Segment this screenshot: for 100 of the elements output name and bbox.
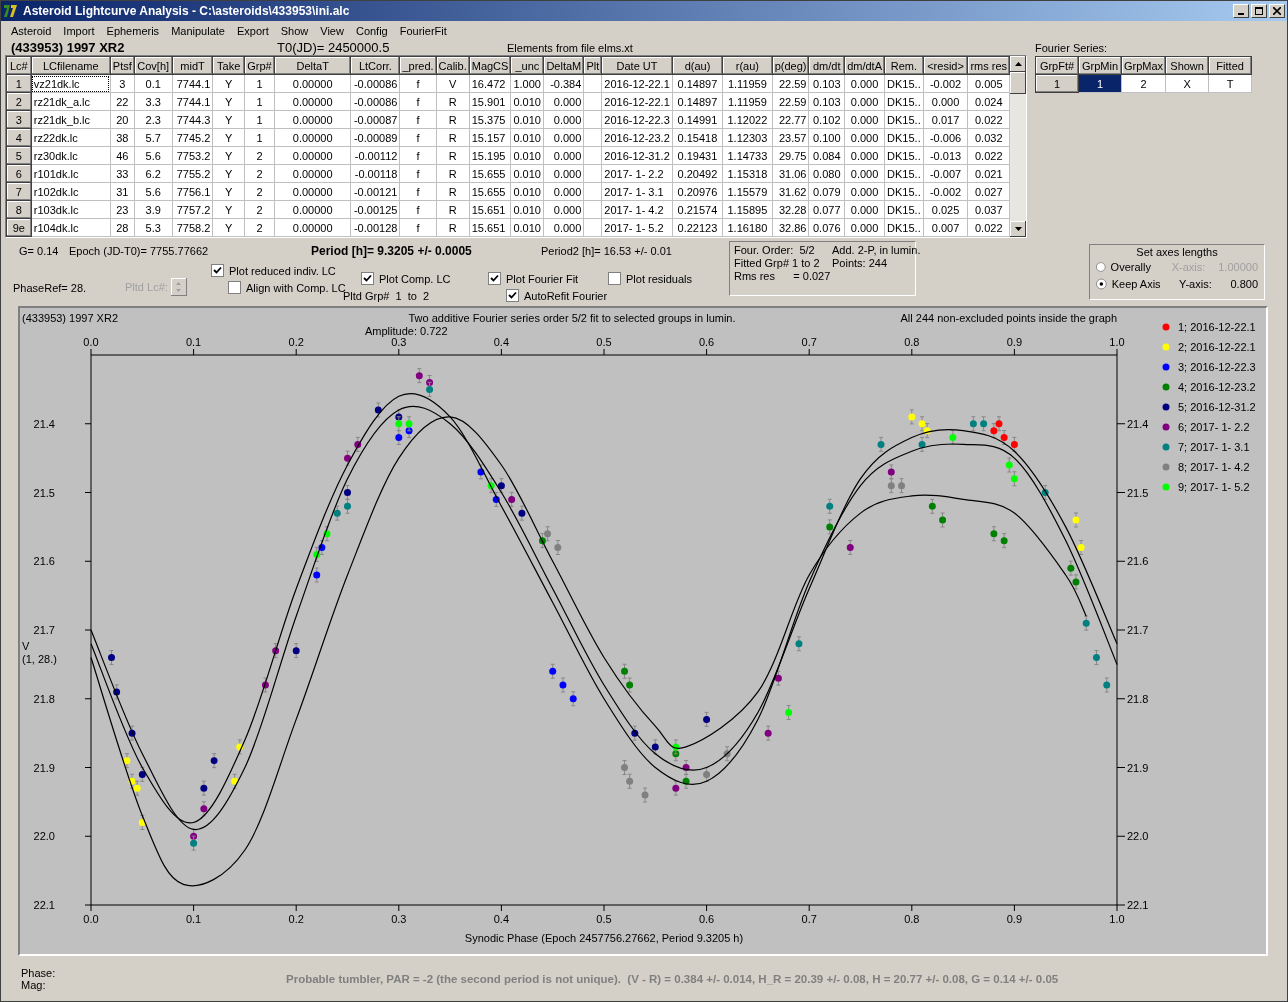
menu-item[interactable]: Export xyxy=(230,24,275,37)
table-cell: 0.000 xyxy=(844,200,885,219)
point xyxy=(990,530,998,538)
table-cell: 5.7 xyxy=(134,128,173,147)
x-tick-label: 0.2 xyxy=(288,913,304,925)
x-tick-label: 0.0 xyxy=(83,336,99,348)
column-header[interactable]: Grp# xyxy=(244,56,275,75)
point xyxy=(1072,516,1080,524)
column-header[interactable]: Take xyxy=(212,56,245,75)
x-tick-label: 0.5 xyxy=(596,336,612,348)
table-cell: 2017- 1- 4.2 xyxy=(601,200,673,219)
table-cell: f xyxy=(399,74,437,93)
column-header[interactable]: DeltaM xyxy=(543,56,584,75)
menu-item[interactable]: FourierFit xyxy=(393,24,453,37)
table-cell: 0.079 xyxy=(808,182,845,201)
chart-annotation: All 244 non-excluded points inside the graph xyxy=(900,312,1117,324)
status-text: Probable tumbler, PAR = -2 (the second period is not unique). (V - R) = 0.384 +/- 0.014, H_R = 20.39 +/- 0.08, H = 20.77 +/- 0.08, G = 0.14 +/- 0.05 xyxy=(286,972,1059,985)
column-header[interactable]: _unc xyxy=(510,56,544,75)
menu-item[interactable]: Show xyxy=(274,24,315,37)
column-header[interactable]: Fitted xyxy=(1208,56,1252,75)
column-header[interactable]: Lc# xyxy=(6,56,32,75)
table-cell: -0.006 xyxy=(923,128,968,147)
column-header[interactable]: MagCS xyxy=(469,56,511,75)
point xyxy=(200,805,208,813)
axis-label: Y-axis: xyxy=(1179,277,1213,290)
table-cell: f xyxy=(399,200,437,219)
elements-label: Elements from file elms.xt xyxy=(507,41,633,54)
table-cell: 0.022 xyxy=(967,110,1010,129)
column-header[interactable]: GrpMin xyxy=(1078,56,1122,75)
column-header[interactable]: DeltaT xyxy=(274,56,351,75)
column-header[interactable]: dm/dt xyxy=(808,56,845,75)
chart-title: Two additive Fourier series order 5/2 fit to selected groups in lumin. xyxy=(408,312,736,324)
column-header[interactable]: Rem. xyxy=(884,56,924,75)
column-header[interactable]: dm/dtA xyxy=(844,56,885,75)
table-cell: 2016-12-22.3 xyxy=(601,110,673,129)
table-cell: 1.16180 xyxy=(722,218,773,237)
x-tick-label: 0.4 xyxy=(493,336,510,348)
column-header[interactable]: LCfilename xyxy=(31,56,111,75)
point xyxy=(826,502,834,510)
table-cell: 32.86 xyxy=(772,218,809,237)
table-cell: 0.000 xyxy=(543,182,584,201)
table-cell: X xyxy=(1165,74,1209,93)
menu-item[interactable]: Asteroid xyxy=(5,24,58,37)
x-tick-label: 0.3 xyxy=(391,336,407,348)
table-cell: 0.14897 xyxy=(672,92,723,111)
table-cell: DK15.. xyxy=(884,218,924,237)
table-cell: r103dk.lc xyxy=(31,200,111,219)
point xyxy=(200,784,208,792)
table-cell: R xyxy=(436,164,470,183)
y-tick-label: 22.1 xyxy=(1127,899,1149,911)
table-cell: 15.195 xyxy=(469,146,511,165)
table-cell: 0.010 xyxy=(510,92,544,111)
x-tick-label: 0.4 xyxy=(493,913,510,925)
column-header[interactable]: Calib. xyxy=(436,56,470,75)
menu-item[interactable]: Manipulate xyxy=(165,24,231,37)
table-cell: 0.010 xyxy=(510,110,544,129)
table-cell: 0.000 xyxy=(543,110,584,129)
column-header[interactable]: Date UT xyxy=(601,56,673,75)
phase-label: Phase: xyxy=(21,966,57,979)
column-header[interactable]: _pred. xyxy=(399,56,437,75)
column-header[interactable]: GrpMax xyxy=(1121,56,1166,75)
column-header[interactable]: <resid> xyxy=(923,56,968,75)
y-tick-label: 21.8 xyxy=(1127,692,1149,705)
column-header[interactable]: d(au) xyxy=(672,56,723,75)
column-header[interactable]: GrpFt# xyxy=(1035,56,1079,75)
menu-item[interactable]: View xyxy=(314,24,350,37)
radio-label: Overally xyxy=(1110,260,1152,273)
column-header[interactable]: p(deg) xyxy=(772,56,809,75)
table-cell: 0.000 xyxy=(844,218,885,237)
t0-label: T0(JD)= 2450000.5 xyxy=(277,40,391,55)
column-header[interactable]: rms res xyxy=(967,56,1010,75)
menu-item[interactable]: Import xyxy=(57,24,101,37)
table-cell: 15.375 xyxy=(469,110,511,129)
column-header[interactable]: Ptsf xyxy=(110,56,135,75)
table-cell: f xyxy=(399,128,437,147)
table-cell: DK15.. xyxy=(884,164,924,183)
column-header[interactable]: midT xyxy=(172,56,213,75)
point xyxy=(928,502,936,510)
column-header[interactable]: r(au) xyxy=(722,56,773,75)
column-header[interactable]: Cov[h] xyxy=(134,56,173,75)
legend-label: 4; 2016-12-23.2 xyxy=(1178,381,1256,393)
point xyxy=(626,681,634,689)
column-header[interactable]: Shown xyxy=(1165,56,1209,75)
table-cell: 0.077 xyxy=(808,200,845,219)
column-header[interactable]: LtCorr. xyxy=(350,56,400,75)
table-cell: 2016-12-22.1 xyxy=(601,92,673,111)
chart-annotation: (433953) 1997 XR2 xyxy=(22,312,118,324)
point xyxy=(138,770,146,778)
x-tick-label: 0.8 xyxy=(904,336,920,348)
table-cell: 0.010 xyxy=(510,182,544,201)
menu-item[interactable]: Config xyxy=(349,24,394,37)
table-cell: 0.00000 xyxy=(274,164,351,183)
fit-info-text: Points: 244 xyxy=(832,257,889,269)
menu-item[interactable]: Ephemeris xyxy=(100,24,166,37)
table-cell: 22.59 xyxy=(772,92,809,111)
table-cell: -0.00089 xyxy=(350,128,400,147)
table-cell: -0.007 xyxy=(923,164,968,183)
table-cell: 0.010 xyxy=(510,146,544,165)
table-cell: 1.15579 xyxy=(722,182,773,201)
table-cell: 0.14897 xyxy=(672,74,723,93)
